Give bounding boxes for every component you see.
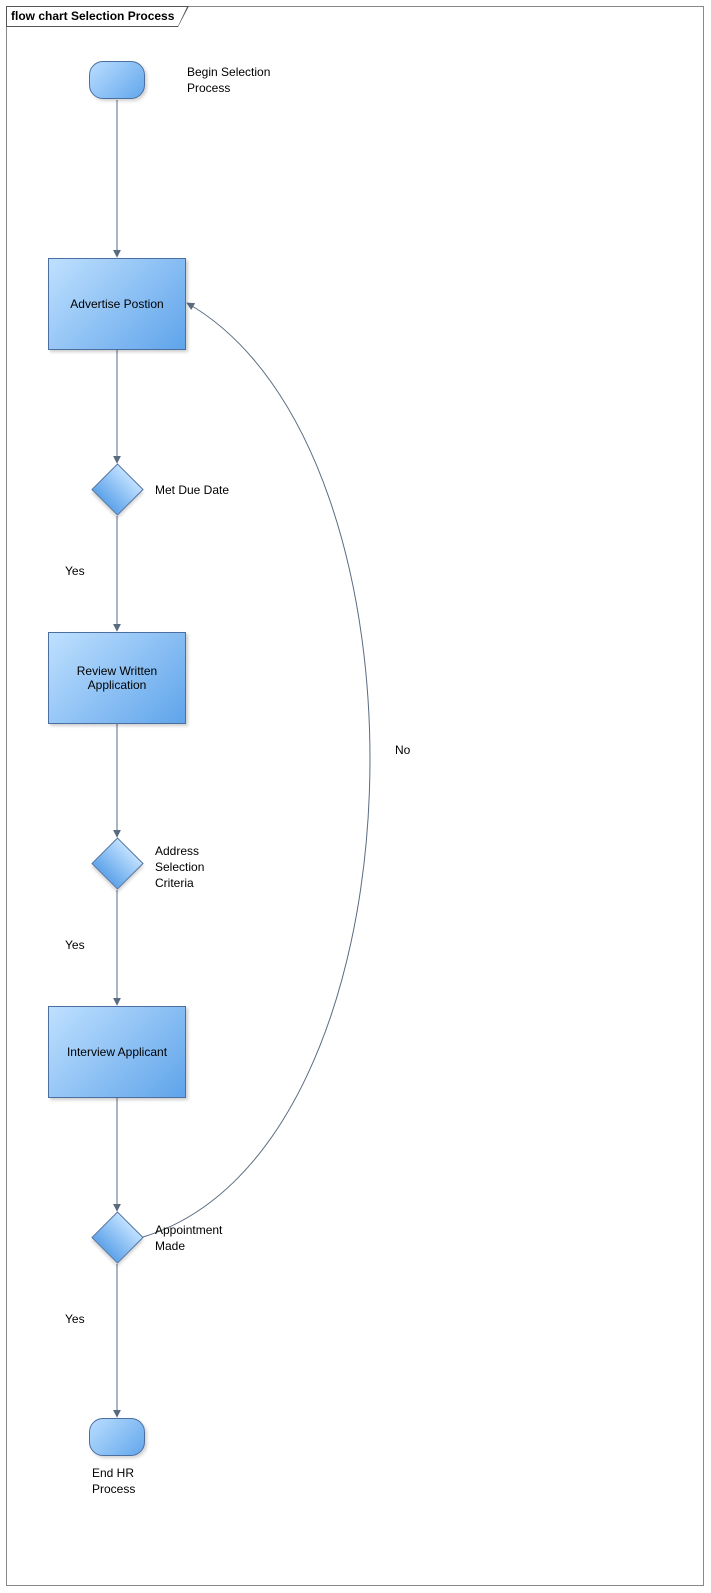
decision-due-date-label: Met Due Date — [155, 482, 229, 498]
diagram-frame: flow chart Selection Process — [6, 6, 704, 1586]
edge-yes-2: Yes — [65, 937, 85, 953]
decision-criteria-label: Address Selection Criteria — [155, 843, 225, 892]
process-advertise: Advertise Postion — [48, 258, 186, 350]
edge-no: No — [395, 742, 410, 758]
start-node — [89, 61, 145, 99]
edge-yes-1: Yes — [65, 563, 85, 579]
process-interview-label: Interview Applicant — [67, 1045, 167, 1059]
start-label: Begin Selection Process — [187, 64, 307, 96]
process-review-label: Review Written Application — [53, 664, 181, 692]
decision-appointment-label: Appointment Made — [155, 1222, 255, 1254]
diagram-canvas: flow chart Selection Process Begin — [0, 0, 711, 1593]
process-advertise-label: Advertise Postion — [70, 297, 163, 311]
diagram-title: flow chart Selection Process — [6, 6, 178, 27]
process-interview: Interview Applicant — [48, 1006, 186, 1098]
process-review: Review Written Application — [48, 632, 186, 724]
edge-yes-3: Yes — [65, 1311, 85, 1327]
end-label: End HR Process — [92, 1465, 162, 1497]
end-node — [89, 1418, 145, 1456]
